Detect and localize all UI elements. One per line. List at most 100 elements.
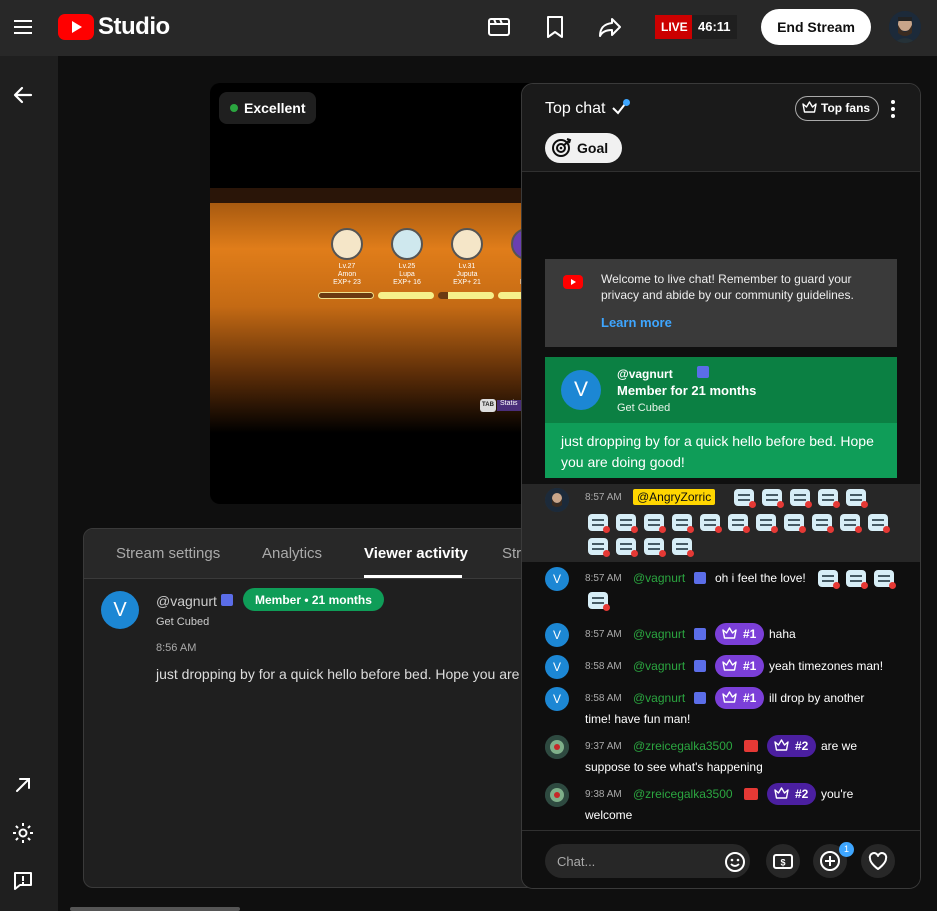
member-subtitle: Get Cubed	[617, 402, 671, 414]
account-avatar[interactable]	[889, 11, 921, 43]
heart-icon	[868, 852, 888, 870]
emoji-icon	[868, 514, 890, 533]
feedback-icon[interactable]	[11, 869, 35, 893]
goal-button[interactable]: Goal	[545, 133, 623, 163]
open-external-icon[interactable]	[11, 773, 35, 797]
member-avatar[interactable]: V	[561, 370, 601, 410]
active-tab-indicator	[364, 575, 462, 578]
clapperboard-icon[interactable]	[486, 14, 512, 40]
emoji-picker-icon[interactable]	[724, 851, 746, 873]
message-username[interactable]: @vagnurt	[633, 571, 685, 585]
learn-more-link[interactable]: Learn more	[601, 315, 672, 330]
message-text-continued: welcome	[585, 808, 633, 822]
live-badge: LIVE	[655, 15, 694, 39]
user-avatar-icon	[545, 488, 569, 512]
exp-bar	[378, 292, 434, 299]
studio-logo[interactable]: Studio	[58, 13, 170, 41]
tab-analytics[interactable]: Analytics	[262, 545, 322, 562]
viewer-avatar[interactable]: V	[101, 591, 139, 629]
chat-avatar[interactable]	[545, 735, 569, 759]
menu-icon[interactable]	[12, 16, 34, 38]
tab-viewer-activity[interactable]: Viewer activity	[364, 545, 468, 562]
character-label: Lv.27 Amon EXP+ 23	[333, 263, 361, 286]
member-milestone-title: Member for 21 months	[617, 383, 757, 398]
chat-avatar[interactable]	[545, 783, 569, 807]
emoji-icon	[644, 538, 666, 557]
chat-avatar[interactable]: V	[545, 623, 569, 647]
tab-key-hint: TAB	[480, 399, 496, 412]
side-rail	[0, 56, 58, 911]
stream-preview[interactable]: Lv.27 Amon EXP+ 23 Lv.25 Lupa EXP+ 16 Lv.31 J…	[210, 83, 540, 504]
share-icon[interactable]	[597, 14, 623, 40]
message-username-owner[interactable]: @AngryZorric	[633, 489, 716, 505]
viewer-subtitle: Get Cubed	[156, 616, 210, 628]
chat-avatar[interactable]: V	[545, 655, 569, 679]
message-time: 8:58 AM	[585, 693, 622, 704]
message-username[interactable]: @zreicegalka3500	[633, 787, 733, 801]
welcome-text: Welcome to live chat! Remember to guard …	[601, 272, 854, 302]
chat-avatar[interactable]: V	[545, 567, 569, 591]
back-arrow-icon[interactable]	[11, 83, 35, 107]
super-chat-button[interactable]: $	[766, 844, 800, 878]
top-fan-rank-badge: #2	[767, 735, 817, 757]
chat-avatar[interactable]	[545, 488, 569, 512]
emoji-icon	[784, 514, 806, 533]
character-portrait-icon	[451, 228, 483, 260]
emoji-icon	[846, 489, 868, 508]
goal-target-icon	[552, 138, 572, 157]
bookmark-icon[interactable]	[542, 14, 568, 40]
live-timer: 46:11	[692, 15, 737, 39]
membership-milestone-card[interactable]: V @vagnurt Member for 21 months Get Cube…	[545, 357, 897, 478]
member-badge-icon	[694, 692, 706, 704]
message-username[interactable]: @vagnurt	[633, 659, 685, 673]
emoji-icon	[588, 592, 610, 611]
end-stream-button[interactable]: End Stream	[761, 9, 871, 45]
chat-avatar[interactable]: V	[545, 687, 569, 711]
message-username[interactable]: @zreicegalka3500	[633, 739, 733, 753]
chat-header: Top chat Top fans Goal	[522, 84, 920, 172]
top-fan-rank-badge: #1	[715, 655, 765, 677]
app-name: Studio	[98, 13, 170, 40]
message-username[interactable]: @vagnurt	[633, 627, 685, 641]
live-chat-panel: Top chat Top fans Goal Welcome to live c…	[521, 83, 921, 889]
character-portrait-icon	[391, 228, 423, 260]
more-options-icon[interactable]	[884, 98, 902, 120]
crown-icon	[722, 691, 737, 703]
chat-input[interactable]	[545, 844, 750, 878]
viewer-message: just dropping by for a quick hello befor…	[156, 666, 520, 682]
emoji-icon	[672, 514, 694, 533]
top-fan-rank-badge: #1	[715, 623, 765, 645]
emoji-icon	[588, 538, 610, 557]
member-duration-badge: Member • 21 months	[243, 588, 384, 611]
message-text: oh i feel the love!	[715, 571, 806, 585]
top-fans-button[interactable]: Top fans	[795, 96, 880, 121]
member-badge-icon	[694, 628, 706, 640]
settings-gear-icon[interactable]	[11, 821, 35, 845]
member-badge-icon	[694, 660, 706, 672]
chat-mode-selector[interactable]: Top chat	[545, 100, 605, 118]
tab-stream-settings[interactable]: Stream settings	[116, 545, 220, 562]
like-button[interactable]	[861, 844, 895, 878]
message-text: yeah timezones man!	[769, 659, 884, 673]
emoji-icon	[818, 570, 840, 589]
message-username[interactable]: @vagnurt	[633, 691, 685, 705]
tab-stream-more[interactable]: Str	[502, 545, 521, 562]
exp-bar	[438, 292, 494, 299]
user-avatar-icon	[545, 735, 569, 759]
member-username[interactable]: @vagnurt	[617, 367, 673, 381]
emoji-icon	[840, 514, 862, 533]
crown-icon	[802, 101, 817, 113]
stream-details-panel: Stream settings Analytics Viewer activit…	[83, 528, 533, 888]
emoji-icon	[756, 514, 778, 533]
character-label: Lv.25 Lupa EXP+ 16	[393, 263, 421, 286]
emoji-icon	[616, 514, 638, 533]
message-text-continued: suppose to see what's happening	[585, 760, 763, 774]
horizontal-scrollbar[interactable]	[70, 907, 240, 911]
top-fan-rank-badge: #1	[715, 687, 765, 709]
emoji-icon	[700, 514, 722, 533]
welcome-banner: Welcome to live chat! Remember to guard …	[545, 259, 897, 347]
viewer-username[interactable]: @vagnurt	[156, 593, 217, 609]
stream-health-badge[interactable]: Excellent	[219, 92, 317, 124]
message-time: 8:57 AM	[585, 629, 622, 640]
stream-health-label: Excellent	[244, 100, 306, 116]
